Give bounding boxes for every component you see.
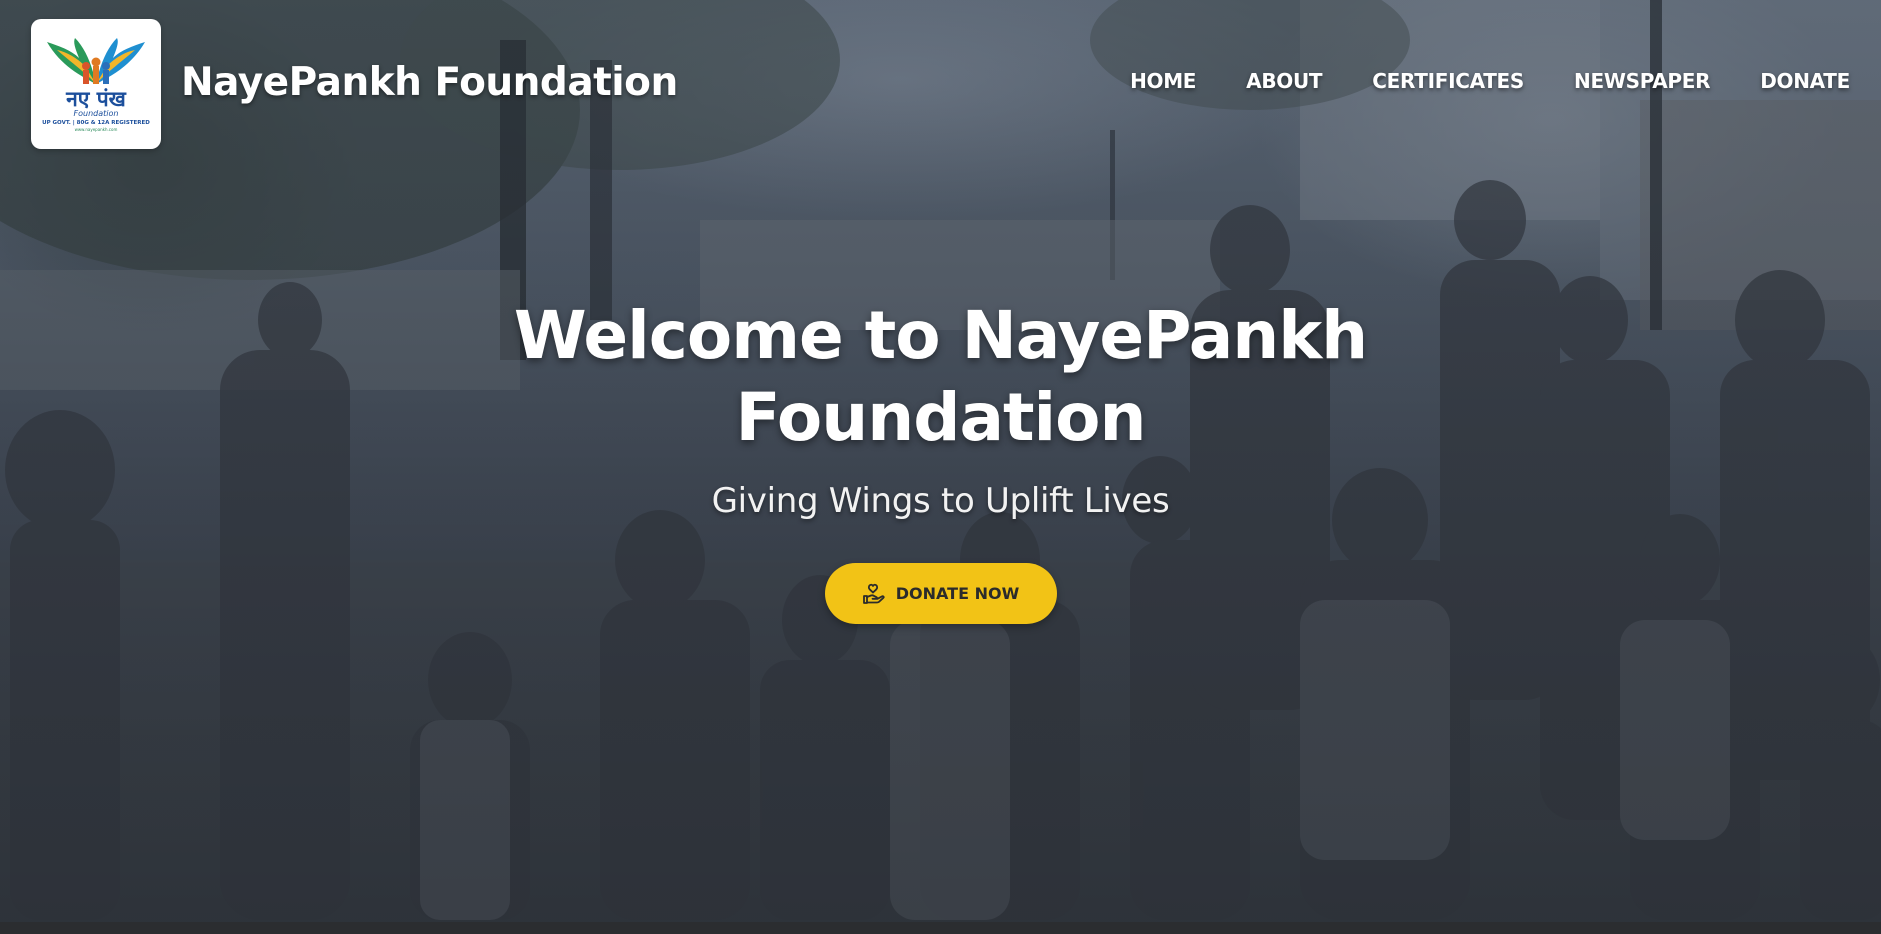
logo-hindi-text: नए पंख — [66, 86, 126, 111]
foundation-logo[interactable]: नए पंख Foundation UP GOVT. | 80G & 12A R… — [31, 19, 161, 149]
site-title[interactable]: NayePankh Foundation — [181, 60, 678, 105]
main-nav: HOME ABOUT CERTIFICATES NEWSPAPER DONATE — [1080, 69, 1850, 93]
nav-link-newspaper[interactable]: NEWSPAPER — [1524, 69, 1710, 93]
logo-website-text: www.nayepankh.com — [74, 126, 118, 132]
hero-content: Welcome to NayePankh Foundation Giving W… — [0, 295, 1881, 624]
nav-link-about[interactable]: ABOUT — [1196, 69, 1322, 93]
nav-link-donate[interactable]: DONATE — [1710, 69, 1850, 93]
hero-section: नए पंख Foundation UP GOVT. | 80G & 12A R… — [0, 0, 1881, 922]
nav-link-home[interactable]: HOME — [1080, 69, 1196, 93]
hero-subtitle: Giving Wings to Uplift Lives — [711, 481, 1170, 521]
wings-logo-icon — [47, 37, 145, 84]
hand-heart-icon — [862, 583, 885, 604]
navbar: नए पंख Foundation UP GOVT. | 80G & 12A R… — [0, 0, 1881, 168]
logo-script-text: Foundation — [73, 108, 119, 118]
donate-now-button[interactable]: DONATE NOW — [824, 563, 1057, 624]
hero-title: Welcome to NayePankh Foundation — [513, 297, 1368, 456]
nav-link-certificates[interactable]: CERTIFICATES — [1322, 69, 1524, 93]
brand[interactable]: नए पंख Foundation UP GOVT. | 80G & 12A R… — [31, 19, 678, 149]
bottom-scroll-bar — [0, 922, 1881, 934]
donate-now-label: DONATE NOW — [895, 584, 1020, 603]
